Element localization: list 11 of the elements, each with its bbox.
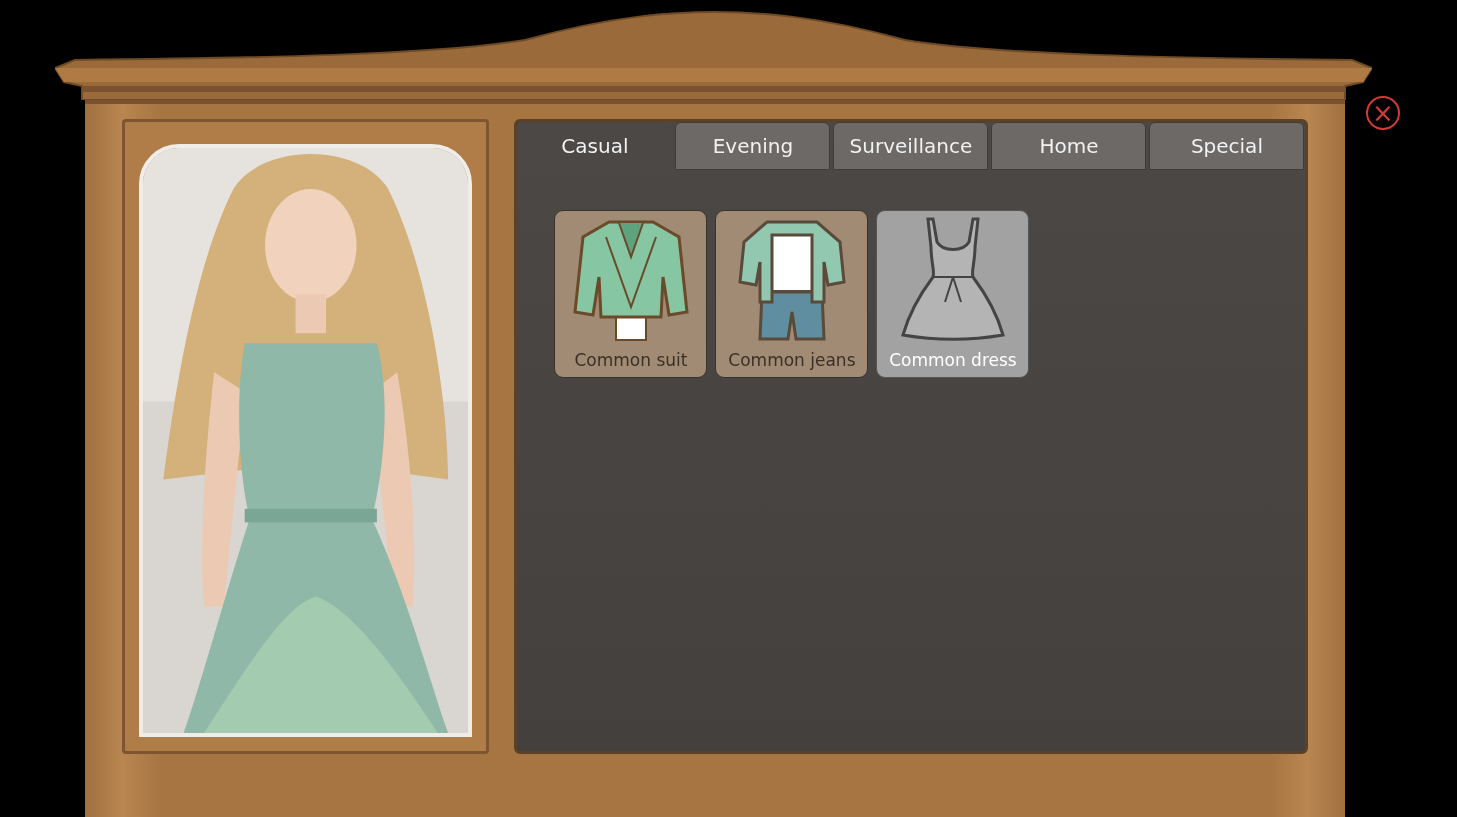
- tab[interactable]: Evening: [675, 122, 831, 170]
- outfit-name: Common jeans: [728, 350, 856, 370]
- outfit-card[interactable]: Common jeans: [715, 210, 869, 378]
- outfit-name: Common dress: [889, 350, 1017, 370]
- close-button[interactable]: ×: [1366, 96, 1400, 130]
- tab[interactable]: Special: [1149, 122, 1305, 170]
- outfit-card[interactable]: Common dress: [876, 210, 1030, 378]
- tab[interactable]: Surveillance: [833, 122, 989, 170]
- tab[interactable]: Home: [991, 122, 1147, 170]
- outfit-card[interactable]: Common suit: [554, 210, 708, 378]
- outfit-name: Common suit: [574, 350, 688, 370]
